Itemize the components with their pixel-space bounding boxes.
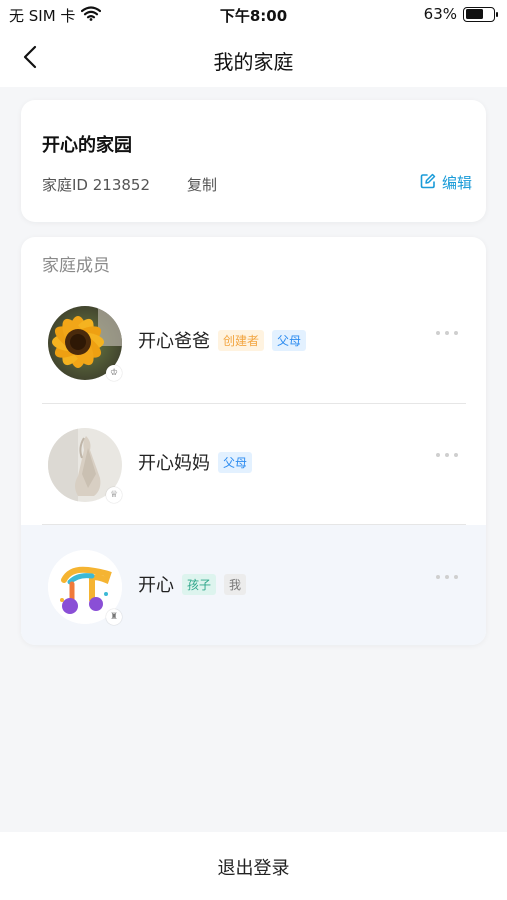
parent-tag: 父母 bbox=[218, 451, 253, 473]
family-screen: 无 SIM 卡 下午8:00 63% 我的家庭 开心的家园 家庭ID 21385… bbox=[0, 0, 507, 900]
member-info: 开心 孩子 我 bbox=[138, 571, 247, 597]
me-tag: 我 bbox=[224, 573, 247, 595]
copy-button[interactable]: 复制 bbox=[187, 174, 217, 195]
member-name: 开心爸爸 bbox=[138, 331, 210, 352]
member-name: 开心妈妈 bbox=[138, 453, 210, 474]
family-id: 家庭ID 213852 bbox=[42, 176, 151, 194]
edit-button[interactable]: 编辑 bbox=[420, 172, 472, 193]
member-info: 开心妈妈 父母 bbox=[138, 449, 253, 475]
more-dots-icon[interactable] bbox=[436, 575, 458, 579]
creator-tag: 创建者 bbox=[218, 329, 265, 351]
family-name: 开心的家园 bbox=[42, 135, 132, 156]
battery-icon bbox=[463, 6, 498, 22]
crown-icon: ♔ bbox=[106, 365, 122, 381]
more-dots-icon[interactable] bbox=[436, 453, 458, 457]
pawn-icon: ♜ bbox=[106, 609, 122, 625]
parent-tag: 父母 bbox=[272, 329, 307, 351]
family-info-card: 开心的家园 家庭ID 213852 复制 编辑 bbox=[21, 100, 486, 222]
member-info: 开心爸爸 创建者 父母 bbox=[138, 327, 307, 353]
nav-bar: 我的家庭 bbox=[0, 30, 507, 87]
member-row[interactable]: ♜ 开心 孩子 我 bbox=[21, 525, 486, 645]
edit-label: 编辑 bbox=[441, 174, 472, 192]
members-card: 家庭成员 ♔ 开心爸爸 创建者 父母 ♕ 开心妈妈 父母 ♜ 开心 孩子 我 bbox=[21, 237, 486, 645]
logout-button[interactable]: 退出登录 bbox=[0, 854, 507, 880]
member-row[interactable]: ♔ 开心爸爸 创建者 父母 bbox=[21, 281, 486, 401]
logout-bar: 退出登录 bbox=[0, 832, 507, 900]
member-row[interactable]: ♕ 开心妈妈 父母 bbox=[21, 403, 486, 523]
battery-level bbox=[465, 9, 483, 19]
edit-icon bbox=[420, 173, 436, 193]
status-bar: 无 SIM 卡 下午8:00 63% bbox=[0, 0, 507, 30]
child-tag: 孩子 bbox=[182, 573, 217, 595]
member-name: 开心 bbox=[138, 575, 174, 596]
more-dots-icon[interactable] bbox=[436, 331, 458, 335]
members-title: 家庭成员 bbox=[42, 256, 110, 276]
page-title: 我的家庭 bbox=[213, 50, 294, 74]
battery-percent: 63% bbox=[423, 5, 457, 23]
crown-icon: ♕ bbox=[106, 487, 122, 503]
status-right: 63% bbox=[423, 5, 498, 23]
